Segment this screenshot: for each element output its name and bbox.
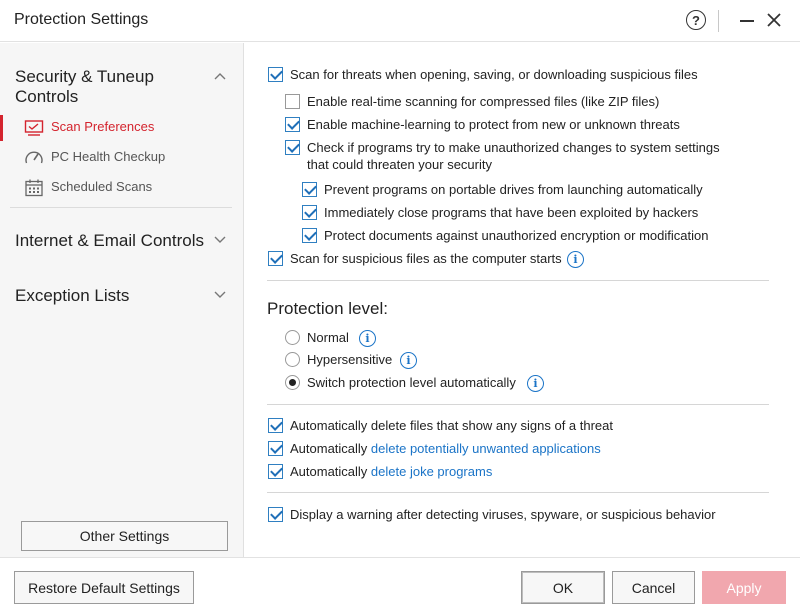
window-title: Protection Settings: [14, 11, 149, 28]
section-divider: [267, 280, 769, 281]
info-icon[interactable]: i: [359, 330, 376, 347]
other-settings-button[interactable]: Other Settings: [21, 521, 228, 551]
section-divider: [267, 404, 769, 405]
chevron-down-icon[interactable]: [214, 236, 226, 244]
option-label: Enable real-time scanning for compressed…: [307, 94, 660, 109]
checkbox[interactable]: [268, 67, 283, 82]
section-divider: [267, 492, 769, 493]
restore-defaults-button[interactable]: Restore Default Settings: [14, 571, 194, 604]
joke-programs-link[interactable]: delete joke programs: [371, 464, 492, 479]
monitor-scan-icon: [24, 120, 44, 136]
option-label: Scan for suspicious files as the compute…: [290, 251, 562, 266]
sidebar-category-internet-email[interactable]: Internet & Email Controls: [15, 231, 215, 251]
option-label: Automatically delete potentially unwante…: [290, 440, 601, 457]
radio-button[interactable]: [285, 330, 300, 345]
checkbox[interactable]: [302, 205, 317, 220]
radio-button[interactable]: [285, 352, 300, 367]
info-icon[interactable]: i: [400, 352, 417, 369]
option-label: Check if programs try to make unauthoriz…: [307, 140, 720, 155]
title-separator: [718, 10, 719, 32]
sidebar-category-exception-lists[interactable]: Exception Lists: [15, 286, 215, 306]
radio-label: Hypersensitive: [307, 352, 393, 367]
sidebar-item-label: PC Health Checkup: [51, 149, 166, 164]
radio-button[interactable]: [285, 375, 300, 390]
chevron-down-icon[interactable]: [214, 291, 226, 299]
active-indicator: [0, 115, 3, 141]
sidebar-category-security[interactable]: Security & Tuneup Controls: [15, 67, 215, 107]
protection-level-title: Protection level:: [267, 299, 388, 318]
sidebar-item-label: Scan Preferences: [51, 119, 155, 134]
scan-preferences-panel: Scan for threats when opening, saving, o…: [245, 43, 800, 557]
chevron-up-icon[interactable]: [214, 72, 226, 80]
ok-button[interactable]: OK: [521, 571, 605, 604]
option-label-prefix: Automatically: [290, 441, 371, 456]
help-icon[interactable]: ?: [686, 10, 706, 30]
checkbox[interactable]: [285, 117, 300, 132]
checkbox[interactable]: [268, 418, 283, 433]
gauge-icon: [25, 151, 43, 164]
pua-link[interactable]: delete potentially unwanted applications: [371, 441, 601, 456]
radio-label: Switch protection level automatically: [307, 375, 516, 390]
option-label-prefix: Automatically: [290, 464, 371, 479]
info-icon[interactable]: i: [567, 251, 584, 268]
sidebar-divider: [10, 207, 232, 208]
sidebar-item-scheduled-scans[interactable]: Scheduled Scans: [0, 175, 244, 201]
option-label-continued: that could threaten your security: [307, 157, 492, 172]
option-label: Immediately close programs that have bee…: [324, 205, 699, 220]
apply-button[interactable]: Apply: [702, 571, 786, 604]
footer-divider: [0, 557, 800, 558]
option-label: Prevent programs on portable drives from…: [324, 182, 703, 197]
option-label: Scan for threats when opening, saving, o…: [290, 67, 698, 82]
option-label: Display a warning after detecting viruse…: [290, 507, 716, 522]
cancel-button[interactable]: Cancel: [612, 571, 695, 604]
minimize-icon[interactable]: [740, 20, 754, 22]
option-label: Automatically delete files that show any…: [290, 418, 614, 433]
close-icon[interactable]: [766, 12, 782, 28]
info-icon[interactable]: i: [527, 375, 544, 392]
checkbox[interactable]: [285, 140, 300, 155]
sidebar-item-pc-health-checkup[interactable]: PC Health Checkup: [0, 145, 244, 171]
checkbox[interactable]: [285, 94, 300, 109]
option-label: Automatically delete joke programs: [290, 463, 492, 480]
option-label: Enable machine-learning to protect from …: [307, 117, 680, 132]
sidebar-item-scan-preferences[interactable]: Scan Preferences: [0, 115, 244, 141]
sidebar: Security & Tuneup Controls Scan Preferen…: [0, 43, 244, 558]
option-label: Protect documents against unauthorized e…: [324, 228, 709, 243]
checkbox[interactable]: [268, 251, 283, 266]
checkbox[interactable]: [268, 464, 283, 479]
sidebar-item-label: Scheduled Scans: [51, 179, 153, 194]
title-bar: Protection Settings ?: [0, 0, 800, 42]
checkbox[interactable]: [302, 182, 317, 197]
checkbox[interactable]: [268, 441, 283, 456]
checkbox[interactable]: [302, 228, 317, 243]
radio-label: Normal: [307, 330, 349, 345]
checkbox[interactable]: [268, 507, 283, 522]
calendar-icon: [25, 179, 43, 197]
